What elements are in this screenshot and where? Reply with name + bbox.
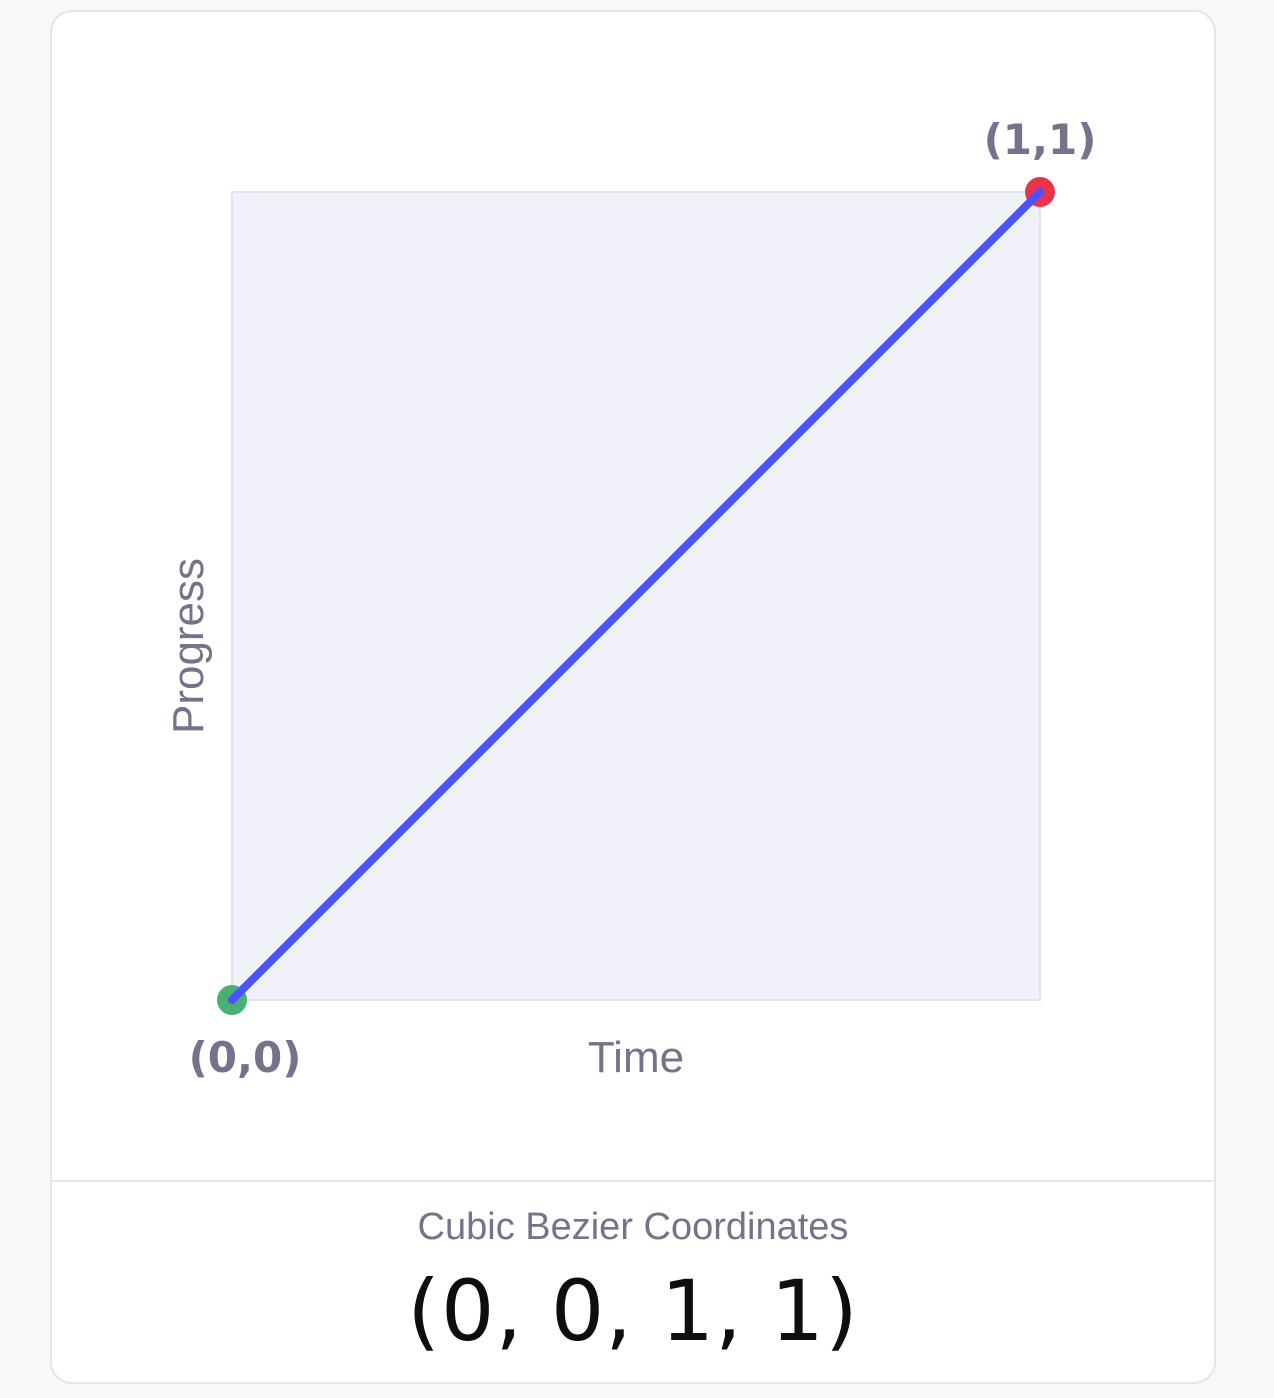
- y-axis-label: Progress: [164, 558, 213, 734]
- coordinates-label: Cubic Bezier Coordinates: [417, 1206, 849, 1248]
- x-axis-label: Time: [588, 1033, 684, 1082]
- start-point-label: (0,0): [189, 1033, 302, 1082]
- coordinates-footer: Cubic Bezier Coordinates (0, 0, 1, 1): [52, 1182, 1214, 1382]
- bezier-svg: (1,1) (0,0) Time Progress: [164, 115, 1097, 1082]
- bezier-graph: (1,1) (0,0) Time Progress: [52, 12, 1214, 1180]
- bezier-card: (1,1) (0,0) Time Progress Cubic Bezier C…: [50, 10, 1216, 1384]
- end-point-label: (1,1): [984, 115, 1097, 164]
- coordinates-value: (0, 0, 1, 1): [407, 1262, 859, 1360]
